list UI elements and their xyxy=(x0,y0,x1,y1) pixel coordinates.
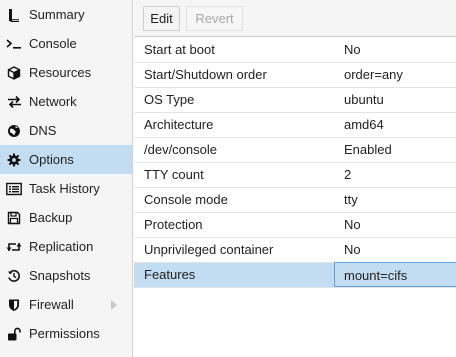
sidebar-item-firewall[interactable]: Firewall xyxy=(0,290,132,319)
sidebar-item-network[interactable]: Network xyxy=(0,87,132,116)
history-icon xyxy=(6,268,22,284)
options-row-os-type[interactable]: OS Type ubuntu xyxy=(134,88,456,113)
unlock-icon xyxy=(6,326,22,342)
option-value: order=any xyxy=(344,67,403,82)
options-grid: Start at boot No Start/Shutdown order or… xyxy=(134,38,456,288)
options-row-start-at-boot[interactable]: Start at boot No xyxy=(134,38,456,63)
option-key: Features xyxy=(144,267,196,282)
option-key: Console mode xyxy=(144,192,228,207)
sidebar-item-summary[interactable]: Summary xyxy=(0,0,132,29)
container-options-panel: Summary Console Resources Network DNS Op… xyxy=(0,0,456,357)
sidebar-item-label: Permissions xyxy=(29,326,100,341)
sidebar-item-dns[interactable]: DNS xyxy=(0,116,132,145)
sidebar-nav: Summary Console Resources Network DNS Op… xyxy=(0,0,133,357)
option-value: No xyxy=(344,242,361,257)
edit-button[interactable]: Edit xyxy=(143,6,180,31)
option-value: 2 xyxy=(344,167,352,182)
option-key: TTY count xyxy=(144,167,204,182)
book-icon xyxy=(6,7,22,23)
options-row-tty-count[interactable]: TTY count 2 xyxy=(134,163,456,188)
sidebar-item-label: Task History xyxy=(29,181,100,196)
main-panel: Edit Revert Start at boot No Start/Shutd… xyxy=(134,0,456,357)
exchange-icon xyxy=(6,94,22,110)
option-key: OS Type xyxy=(144,92,195,107)
options-row-console-mode[interactable]: Console mode tty xyxy=(134,188,456,213)
list-icon xyxy=(6,181,22,197)
sidebar-item-label: DNS xyxy=(29,123,57,138)
options-row-architecture[interactable]: Architecture amd64 xyxy=(134,113,456,138)
option-key: Protection xyxy=(144,217,203,232)
sidebar-item-label: Summary xyxy=(29,7,85,22)
shield-icon xyxy=(6,297,22,313)
sidebar-item-backup[interactable]: Backup xyxy=(0,203,132,232)
options-row-dev-console[interactable]: /dev/console Enabled xyxy=(134,138,456,163)
sidebar-item-replication[interactable]: Replication xyxy=(0,232,132,261)
option-value: tty xyxy=(344,192,358,207)
sidebar-item-label: Network xyxy=(29,94,77,109)
option-value: Enabled xyxy=(344,142,392,157)
sidebar-item-resources[interactable]: Resources xyxy=(0,58,132,87)
gear-icon xyxy=(6,152,22,168)
sidebar-item-label: Snapshots xyxy=(29,268,91,283)
sidebar-item-label: Replication xyxy=(29,239,94,254)
option-value: mount=cifs xyxy=(334,262,456,287)
terminal-icon xyxy=(6,36,22,52)
option-value: ubuntu xyxy=(344,92,384,107)
options-row-unprivileged-container[interactable]: Unprivileged container No xyxy=(134,238,456,263)
cube-icon xyxy=(6,65,22,81)
sidebar-item-console[interactable]: Console xyxy=(0,29,132,58)
sidebar-item-options[interactable]: Options xyxy=(0,145,132,174)
option-key: Start/Shutdown order xyxy=(144,67,267,82)
option-key: Unprivileged container xyxy=(144,242,274,257)
sidebar-item-label: Firewall xyxy=(29,297,74,312)
option-key: /dev/console xyxy=(144,142,217,157)
option-value: No xyxy=(344,217,361,232)
retweet-icon xyxy=(6,239,22,255)
sidebar-item-label: Console xyxy=(29,36,77,51)
toolbar: Edit Revert xyxy=(134,0,456,37)
floppy-icon xyxy=(6,210,22,226)
expand-arrow-icon[interactable] xyxy=(111,300,117,310)
option-value: amd64 xyxy=(344,117,384,132)
option-key: Architecture xyxy=(144,117,214,132)
options-row-protection[interactable]: Protection No xyxy=(134,213,456,238)
sidebar-item-task-history[interactable]: Task History xyxy=(0,174,132,203)
option-value: No xyxy=(344,42,361,57)
options-row-start-shutdown-order[interactable]: Start/Shutdown order order=any xyxy=(134,63,456,88)
sidebar-item-label: Resources xyxy=(29,65,92,80)
options-row-features[interactable]: Features mount=cifs xyxy=(134,262,456,288)
option-key: Start at boot xyxy=(144,42,215,57)
sidebar-item-permissions[interactable]: Permissions xyxy=(0,319,132,348)
sidebar-item-label: Backup xyxy=(29,210,73,225)
sidebar-item-snapshots[interactable]: Snapshots xyxy=(0,261,132,290)
revert-button[interactable]: Revert xyxy=(186,6,243,31)
globe-icon xyxy=(6,123,22,139)
sidebar-item-label: Options xyxy=(29,152,74,167)
